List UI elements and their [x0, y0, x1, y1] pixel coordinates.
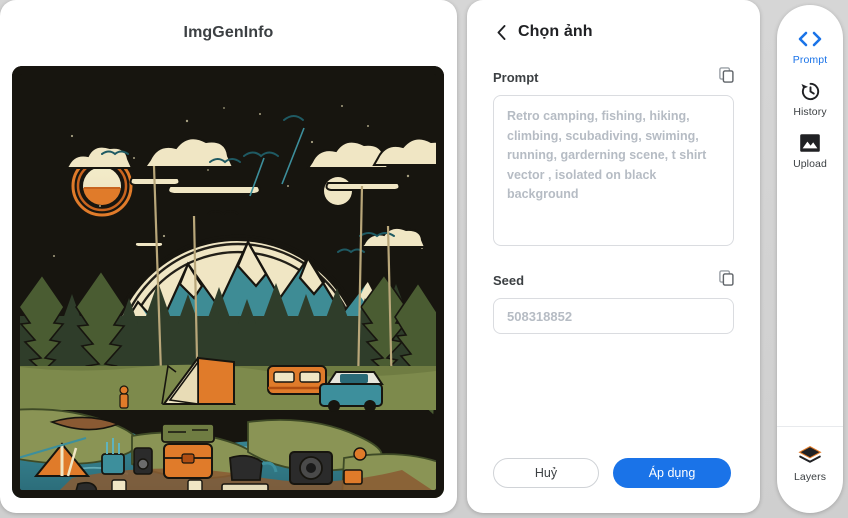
seed-label: Seed	[493, 273, 525, 288]
prompt-field-group: Prompt Retro camping, fishing, hiking, c…	[493, 67, 734, 246]
panel-header: Chọn ảnh	[493, 0, 734, 41]
copy-icon[interactable]	[719, 67, 734, 88]
image-info-panel: ImgGenInfo	[0, 0, 457, 513]
seed-input[interactable]: 508318852	[493, 298, 734, 334]
seed-field-group: Seed 508318852	[493, 270, 734, 334]
prompt-input[interactable]: Retro camping, fishing, hiking, climbing…	[493, 95, 734, 246]
rail-item-history[interactable]: History	[779, 79, 841, 118]
rail-item-upload[interactable]: Upload	[779, 131, 841, 170]
prompt-field-header: Prompt	[493, 67, 734, 88]
rail-label-layers: Layers	[793, 471, 827, 483]
code-brackets-icon	[797, 27, 823, 51]
rail-item-prompt[interactable]: Prompt	[779, 27, 841, 66]
page-title: ImgGenInfo	[183, 24, 274, 41]
tool-rail-top: Prompt History Upload	[779, 5, 841, 183]
cancel-button[interactable]: Huỷ	[493, 458, 599, 488]
action-buttons: Huỷ Áp dụng	[493, 458, 734, 488]
image-settings-panel: Chọn ảnh Prompt Retro camping, fishing, …	[467, 0, 760, 513]
tool-rail-bottom: Layers	[777, 426, 843, 513]
tool-rail: Prompt History Upload Layers	[777, 5, 843, 513]
generated-image-preview[interactable]	[12, 66, 444, 498]
layers-icon	[798, 444, 822, 468]
rail-label-prompt: Prompt	[792, 54, 828, 66]
rail-item-layers[interactable]: Layers	[779, 444, 841, 483]
image-upload-icon	[799, 131, 821, 155]
panel-title: Chọn ảnh	[518, 23, 593, 40]
history-clock-icon	[799, 79, 822, 103]
rail-label-upload: Upload	[793, 158, 827, 170]
chevron-left-icon[interactable]	[493, 23, 509, 41]
apply-button[interactable]: Áp dụng	[613, 458, 731, 488]
prompt-label: Prompt	[493, 70, 539, 85]
seed-field-header: Seed	[493, 270, 734, 291]
copy-icon[interactable]	[719, 270, 734, 291]
rail-label-history: History	[793, 106, 827, 118]
retro-camping-illustration	[12, 66, 444, 498]
